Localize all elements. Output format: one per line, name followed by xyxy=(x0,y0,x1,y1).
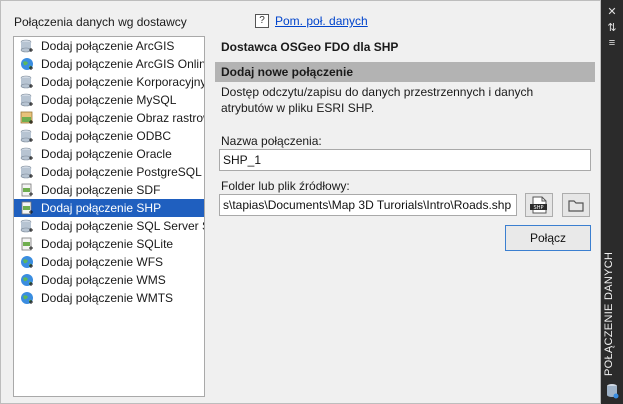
provider-item[interactable]: Dodaj połączenie ODBC xyxy=(14,127,204,145)
provider-item[interactable]: Dodaj połączenie WFS xyxy=(14,253,204,271)
provider-item-label: Dodaj połączenie ArcGIS Online xyxy=(41,57,205,71)
raster-icon xyxy=(20,111,33,124)
database-icon xyxy=(20,165,33,179)
provider-item[interactable]: Dodaj połączenie Oracle xyxy=(14,145,204,163)
file-icon xyxy=(21,201,33,215)
globe-icon xyxy=(21,292,33,304)
database-icon xyxy=(20,39,33,53)
provider-item-label: Dodaj połączenie WMS xyxy=(41,273,166,287)
provider-item-label: Dodaj połączenie SQLite xyxy=(41,237,174,251)
provider-item-label: Dodaj połączenie Obraz rastrowy xyxy=(41,111,205,125)
provider-description: Dostęp odczytu/zapisu do danych przestrz… xyxy=(221,85,534,115)
connection-name-label: Nazwa połączenia: xyxy=(221,134,322,148)
database-icon xyxy=(20,75,33,89)
svg-text:SHP: SHP xyxy=(534,205,544,211)
database-icon xyxy=(20,93,33,107)
globe-icon xyxy=(21,256,33,268)
folder-icon xyxy=(568,200,584,212)
provider-item[interactable]: Dodaj połączenie WMS xyxy=(14,271,204,289)
provider-item-label: Dodaj połączenie SQL Server Spatial xyxy=(41,219,204,233)
provider-item[interactable]: Dodaj połączenie SQLite xyxy=(14,235,204,253)
database-icon xyxy=(20,219,33,233)
globe-icon xyxy=(21,274,33,286)
section-title: Dodaj nowe połączenie xyxy=(221,65,354,79)
provider-item[interactable]: Dodaj połączenie ArcGIS Online xyxy=(14,55,204,73)
data-connect-palette: Połączenia danych wg dostawcy Dodaj połą… xyxy=(0,0,601,404)
properties-menu-icon[interactable]: ≡ xyxy=(605,37,619,49)
provider-item-label: Dodaj połączenie SDF xyxy=(41,183,161,197)
provider-title: Dostawca OSGeo FDO dla SHP xyxy=(221,40,399,54)
browse-shp-file-button[interactable]: SHP xyxy=(525,193,553,217)
provider-item[interactable]: Dodaj połączenie PostgreSQL xyxy=(14,163,204,181)
provider-item[interactable]: Dodaj połączenie Obraz rastrowy xyxy=(14,109,204,127)
provider-item-label: Dodaj połączenie PostgreSQL xyxy=(41,165,202,179)
provider-list-title: Połączenia danych wg dostawcy xyxy=(14,15,187,29)
source-path-input[interactable]: s\tapias\Documents\Map 3D Turorials\Intr… xyxy=(219,194,517,216)
palette-title-bar[interactable]: ✕ ⇅ ≡ POŁĄCZENIE DANYCH xyxy=(601,0,623,404)
provider-item[interactable]: Dodaj połączenie WMTS xyxy=(14,289,204,307)
provider-item-label: Dodaj połączenie ODBC xyxy=(41,129,172,143)
provider-item[interactable]: Dodaj połączenie MySQL xyxy=(14,91,204,109)
provider-item[interactable]: Dodaj połączenie ArcGIS xyxy=(14,37,204,55)
connection-name-input[interactable]: SHP_1 xyxy=(219,149,591,171)
section-header: Dodaj nowe połączenie xyxy=(215,62,595,82)
provider-item-label: Dodaj połączenie WMTS xyxy=(41,291,174,305)
provider-item-label: Dodaj połączenie MySQL xyxy=(41,93,177,107)
palette-title: POŁĄCZENIE DANYCH xyxy=(603,251,615,376)
close-icon[interactable]: ✕ xyxy=(605,6,619,18)
connect-button[interactable]: Połącz xyxy=(505,225,591,251)
file-icon xyxy=(21,183,33,197)
source-label: Folder lub plik źródłowy: xyxy=(221,179,350,193)
provider-list[interactable]: Dodaj połączenie ArcGIS Dodaj połączenie … xyxy=(13,36,205,397)
provider-item[interactable]: Dodaj połączenie Korporacyjny xyxy=(14,73,204,91)
help-icon[interactable]: ? xyxy=(255,14,269,28)
provider-item-label: Dodaj połączenie WFS xyxy=(41,255,164,269)
provider-item[interactable]: Dodaj połączenie SQL Server Spatial xyxy=(14,217,204,235)
auto-hide-icon[interactable]: ⇅ xyxy=(605,22,619,34)
provider-item-label: Dodaj połączenie Korporacyjny xyxy=(41,75,205,89)
shp-file-icon: SHP xyxy=(530,196,547,214)
provider-item[interactable]: Dodaj połączenie SDF xyxy=(14,181,204,199)
database-icon xyxy=(20,147,33,161)
globe-icon xyxy=(21,58,33,70)
provider-item[interactable]: Dodaj połączenie SHP xyxy=(14,199,204,217)
database-icon xyxy=(20,129,33,143)
file-icon xyxy=(21,237,33,251)
data-connect-icon xyxy=(607,384,619,399)
browse-folder-button[interactable] xyxy=(562,193,590,217)
provider-item-label: Dodaj połączenie Oracle xyxy=(41,147,172,161)
provider-item-label: Dodaj połączenie ArcGIS xyxy=(41,39,175,53)
provider-item-label: Dodaj połączenie SHP xyxy=(41,201,162,215)
help-link-text[interactable]: Pom. poł. danych xyxy=(275,14,368,28)
